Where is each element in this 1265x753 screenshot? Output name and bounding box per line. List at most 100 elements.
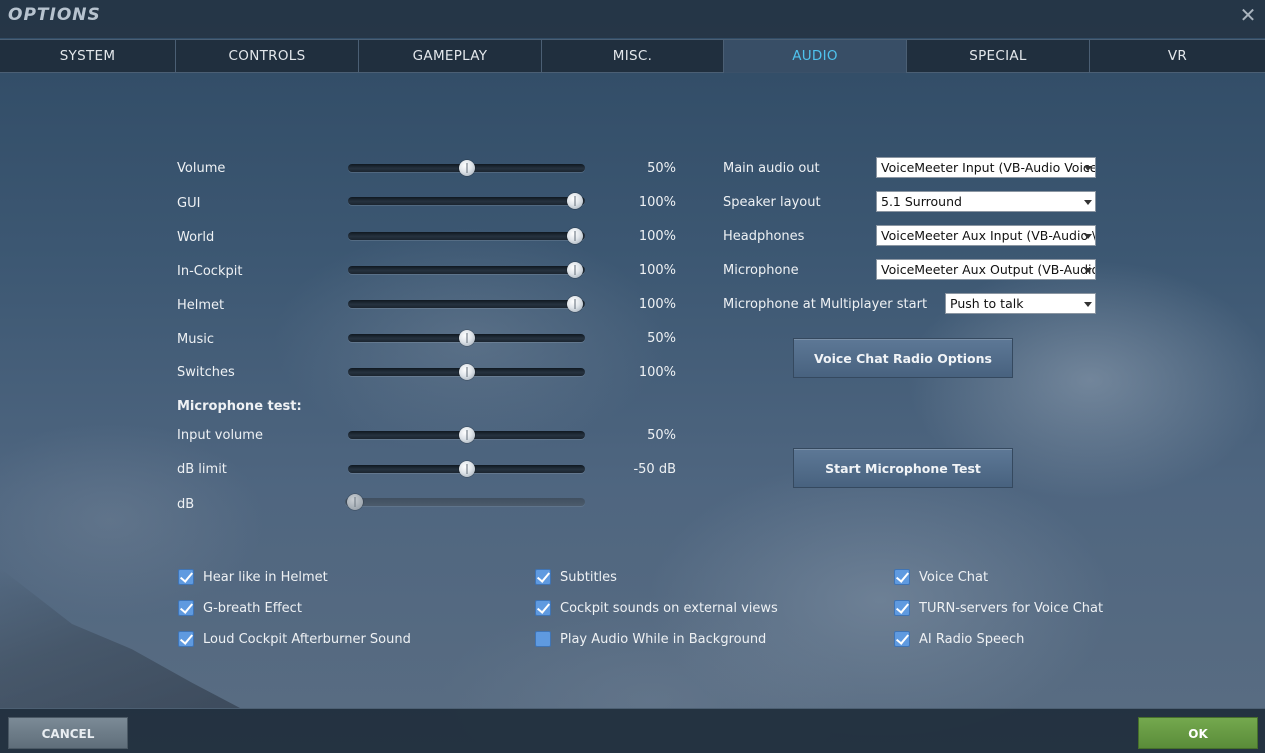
world-slider[interactable] bbox=[348, 228, 585, 244]
slider-track bbox=[348, 197, 585, 205]
slider-track bbox=[348, 266, 585, 274]
cancel-button[interactable]: CANCEL bbox=[8, 717, 128, 749]
helmet-slider[interactable] bbox=[348, 296, 585, 312]
tab-system[interactable]: SYSTEM bbox=[0, 40, 176, 73]
slider-track bbox=[345, 498, 585, 506]
chevron-down-icon bbox=[1084, 302, 1092, 307]
gui-value: 100% bbox=[638, 195, 676, 210]
slider-knob[interactable] bbox=[458, 364, 475, 380]
tab-controls[interactable]: CONTROLS bbox=[176, 40, 359, 73]
slider-label-helmet: Helmet bbox=[177, 298, 225, 313]
chevron-down-icon bbox=[1084, 234, 1092, 239]
slider-label-switches: Switches bbox=[177, 365, 235, 380]
checkbox-label: Loud Cockpit Afterburner Sound bbox=[203, 631, 411, 647]
tab-audio[interactable]: AUDIO bbox=[724, 40, 907, 73]
checkbox-box[interactable] bbox=[535, 631, 551, 647]
chevron-down-icon bbox=[1084, 200, 1092, 205]
microphone-value: VoiceMeeter Aux Output (VB-Audio bbox=[881, 262, 1096, 277]
switches-slider[interactable] bbox=[348, 364, 585, 380]
main-audio-out-label: Main audio out bbox=[723, 161, 820, 176]
db-limit-value: -50 dB bbox=[633, 462, 676, 477]
close-icon[interactable]: ✕ bbox=[1237, 4, 1259, 26]
slider-knob[interactable] bbox=[567, 193, 583, 209]
checkbox-label: Subtitles bbox=[560, 569, 617, 585]
slider-label-db-limit: dB limit bbox=[177, 462, 227, 477]
checkbox-box[interactable] bbox=[535, 600, 551, 616]
checkbox-subtitles[interactable]: Subtitles bbox=[535, 569, 617, 585]
input-volume-slider[interactable] bbox=[348, 427, 585, 443]
checkbox-ai-radio-speech[interactable]: AI Radio Speech bbox=[894, 631, 1024, 647]
mic-multiplayer-start-label: Microphone at Multiplayer start bbox=[723, 297, 928, 312]
slider-label-gui: GUI bbox=[177, 196, 201, 211]
checkbox-box[interactable] bbox=[178, 631, 194, 647]
volume-value: 50% bbox=[647, 161, 676, 176]
tab-special[interactable]: SPECIAL bbox=[907, 40, 1090, 73]
headphones-value: VoiceMeeter Aux Input (VB-Audio \ bbox=[881, 228, 1096, 243]
in-cockpit-slider[interactable] bbox=[348, 262, 585, 278]
voice-chat-radio-options-button[interactable]: Voice Chat Radio Options bbox=[793, 338, 1013, 378]
checkbox-box[interactable] bbox=[894, 600, 910, 616]
slider-knob[interactable] bbox=[567, 228, 583, 244]
input-volume-value: 50% bbox=[647, 428, 676, 443]
mic-test-heading: Microphone test: bbox=[177, 399, 302, 414]
footer-bar: CANCEL OK bbox=[0, 708, 1265, 753]
slider-track bbox=[348, 300, 585, 308]
slider-knob[interactable] bbox=[458, 427, 475, 443]
checkbox-box[interactable] bbox=[894, 569, 910, 585]
headphones-select[interactable]: VoiceMeeter Aux Input (VB-Audio \ bbox=[876, 225, 1096, 246]
helmet-value: 100% bbox=[638, 297, 676, 312]
music-slider[interactable] bbox=[348, 330, 585, 346]
microphone-label: Microphone bbox=[723, 263, 799, 278]
checkbox-box[interactable] bbox=[894, 631, 910, 647]
checkbox-box[interactable] bbox=[535, 569, 551, 585]
tab-gameplay[interactable]: GAMEPLAY bbox=[359, 40, 542, 73]
speaker-layout-select[interactable]: 5.1 Surround bbox=[876, 191, 1096, 212]
checkbox-box[interactable] bbox=[178, 600, 194, 616]
title-bar: OPTIONS ✕ bbox=[0, 0, 1265, 38]
slider-label-in-cockpit: In-Cockpit bbox=[177, 264, 243, 279]
checkbox-play-audio-background[interactable]: Play Audio While in Background bbox=[535, 631, 766, 647]
checkbox-loud-cockpit-afterburner[interactable]: Loud Cockpit Afterburner Sound bbox=[178, 631, 411, 647]
headphones-label: Headphones bbox=[723, 229, 805, 244]
db-meter-slider bbox=[345, 494, 585, 510]
main-audio-out-select[interactable]: VoiceMeeter Input (VB-Audio Voice bbox=[876, 157, 1096, 178]
speaker-layout-value: 5.1 Surround bbox=[881, 194, 962, 209]
checkbox-turn-servers[interactable]: TURN-servers for Voice Chat bbox=[894, 600, 1103, 616]
ok-button[interactable]: OK bbox=[1138, 717, 1258, 749]
slider-knob[interactable] bbox=[567, 296, 583, 312]
tab-vr[interactable]: VR bbox=[1090, 40, 1265, 73]
checkbox-voice-chat[interactable]: Voice Chat bbox=[894, 569, 988, 585]
checkbox-label: AI Radio Speech bbox=[919, 631, 1025, 647]
slider-knob[interactable] bbox=[458, 461, 475, 477]
world-value: 100% bbox=[638, 229, 676, 244]
checkbox-cockpit-sounds-external[interactable]: Cockpit sounds on external views bbox=[535, 600, 778, 616]
slider-knob[interactable] bbox=[458, 330, 475, 346]
checkbox-box[interactable] bbox=[178, 569, 194, 585]
slider-knob[interactable] bbox=[567, 262, 583, 278]
checkbox-hear-like-in-helmet[interactable]: Hear like in Helmet bbox=[178, 569, 328, 585]
switches-value: 100% bbox=[638, 365, 676, 380]
chevron-down-icon bbox=[1084, 166, 1092, 171]
gui-slider[interactable] bbox=[348, 193, 585, 209]
volume-slider[interactable] bbox=[348, 160, 585, 176]
slider-knob[interactable] bbox=[458, 160, 475, 176]
slider-label-music: Music bbox=[177, 332, 214, 347]
checkbox-label: TURN-servers for Voice Chat bbox=[919, 600, 1104, 616]
music-value: 50% bbox=[647, 331, 676, 346]
tab-bar: SYSTEM CONTROLS GAMEPLAY MISC. AUDIO SPE… bbox=[0, 39, 1265, 73]
mic-multiplayer-start-select[interactable]: Push to talk bbox=[945, 293, 1096, 314]
start-microphone-test-button[interactable]: Start Microphone Test bbox=[793, 448, 1013, 488]
speaker-layout-label: Speaker layout bbox=[723, 195, 821, 210]
window-title: OPTIONS bbox=[8, 5, 101, 25]
slider-label-volume: Volume bbox=[177, 161, 226, 176]
slider-label-db: dB bbox=[177, 497, 195, 512]
tab-misc[interactable]: MISC. bbox=[542, 40, 724, 73]
checkbox-label: Play Audio While in Background bbox=[560, 631, 767, 647]
mic-multiplayer-start-value: Push to talk bbox=[950, 296, 1024, 311]
db-limit-slider[interactable] bbox=[348, 461, 585, 477]
chevron-down-icon bbox=[1084, 268, 1092, 273]
microphone-select[interactable]: VoiceMeeter Aux Output (VB-Audio bbox=[876, 259, 1096, 280]
checkbox-g-breath-effect[interactable]: G-breath Effect bbox=[178, 600, 302, 616]
slider-track bbox=[348, 232, 585, 240]
slider-label-input-volume: Input volume bbox=[177, 428, 263, 443]
